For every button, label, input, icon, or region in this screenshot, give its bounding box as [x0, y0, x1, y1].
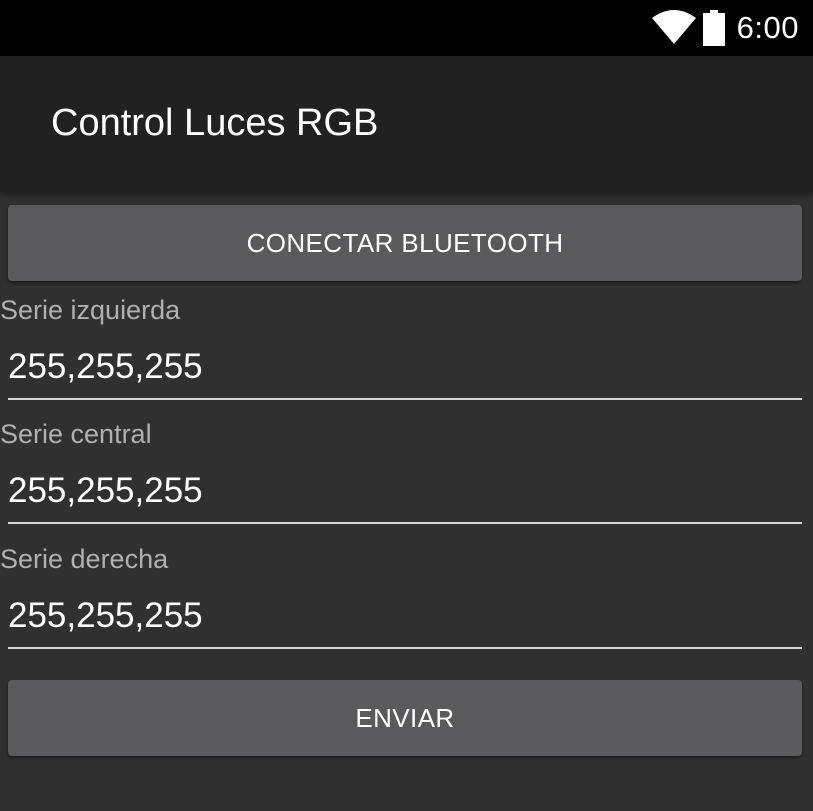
battery-icon [702, 10, 725, 46]
right-series-label: Serie derecha [0, 544, 169, 574]
center-series-input[interactable] [8, 466, 802, 524]
app-bar: Control Luces RGB [0, 56, 813, 192]
connect-bluetooth-button[interactable]: CONECTAR BLUETOOTH [8, 205, 802, 281]
status-time: 6:00 [736, 10, 799, 45]
wifi-icon [651, 10, 696, 44]
status-bar: 6:00 [0, 0, 813, 56]
app-title: Control Luces RGB [51, 102, 379, 144]
right-series-input[interactable] [8, 591, 802, 649]
center-series-label: Serie central [0, 419, 152, 449]
left-series-label: Serie izquierda [0, 295, 181, 325]
app-screen: 6:00 Control Luces RGB CONECTAR BLUETOOT… [0, 0, 813, 811]
left-series-input[interactable] [8, 342, 802, 400]
send-button[interactable]: ENVIAR [8, 680, 802, 756]
